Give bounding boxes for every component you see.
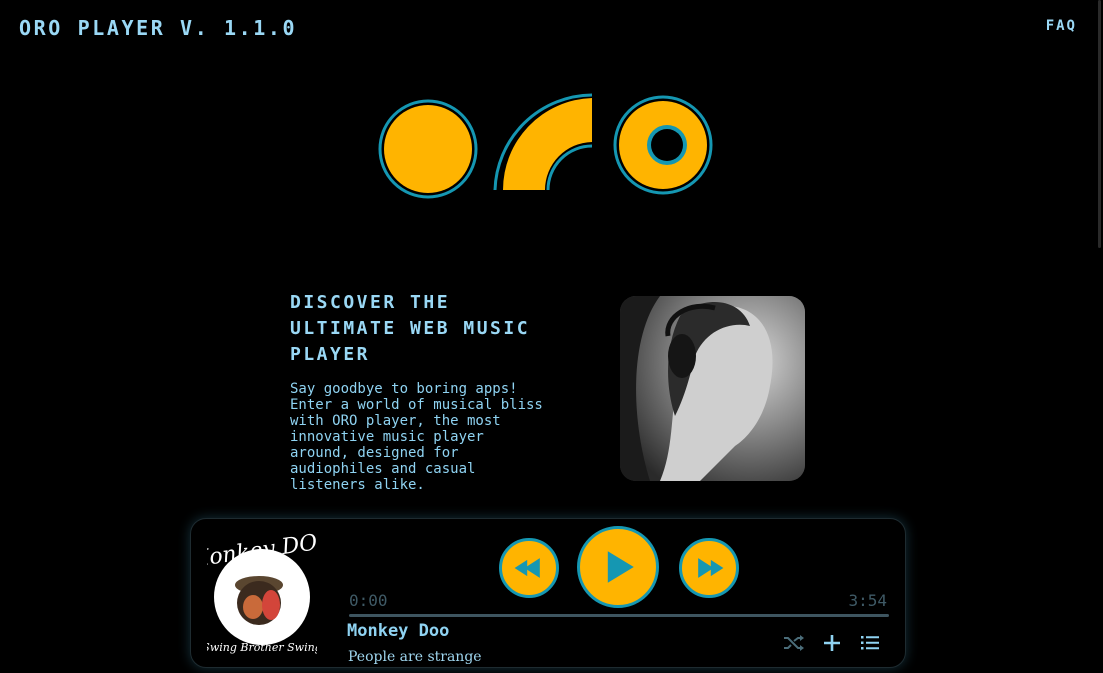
album-cover: Monkey DOO Swing Brother Swing	[184, 527, 336, 659]
play-button[interactable]	[577, 526, 659, 608]
track-title: Monkey Doo	[347, 621, 450, 641]
playlist-button[interactable]	[858, 631, 882, 655]
play-icon	[607, 551, 634, 583]
hero-description: Say goodbye to boring apps! Enter a worl…	[290, 381, 543, 493]
faq-link[interactable]: FAQ	[1046, 18, 1077, 34]
hero-photo-woman-headphones	[620, 296, 805, 481]
album-art-subtitle: Swing Brother Swing	[207, 641, 317, 654]
playlist-icon	[861, 636, 879, 650]
previous-button[interactable]	[499, 538, 559, 598]
progress-bar[interactable]	[349, 614, 889, 617]
shuffle-icon	[784, 635, 804, 651]
player-bar: Monkey DOO Swing Brother Swing 0:00 3:54…	[184, 518, 906, 668]
track-artist: People are strange	[348, 649, 482, 665]
scrollbar[interactable]	[1098, 0, 1101, 248]
plus-icon	[824, 635, 840, 651]
current-time: 0:00	[349, 591, 388, 610]
next-button[interactable]	[679, 538, 739, 598]
add-to-playlist-button[interactable]	[820, 631, 844, 655]
total-time: 3:54	[848, 591, 887, 610]
shuffle-button[interactable]	[781, 631, 805, 655]
oro-logo	[370, 88, 730, 208]
hero-title: Discover the Ultimate Web Music Player	[290, 292, 531, 365]
rewind-icon	[514, 558, 540, 578]
fast-forward-icon	[698, 558, 724, 578]
app-brand-title: ORO PLAYER V. 1.1.0	[19, 16, 298, 40]
